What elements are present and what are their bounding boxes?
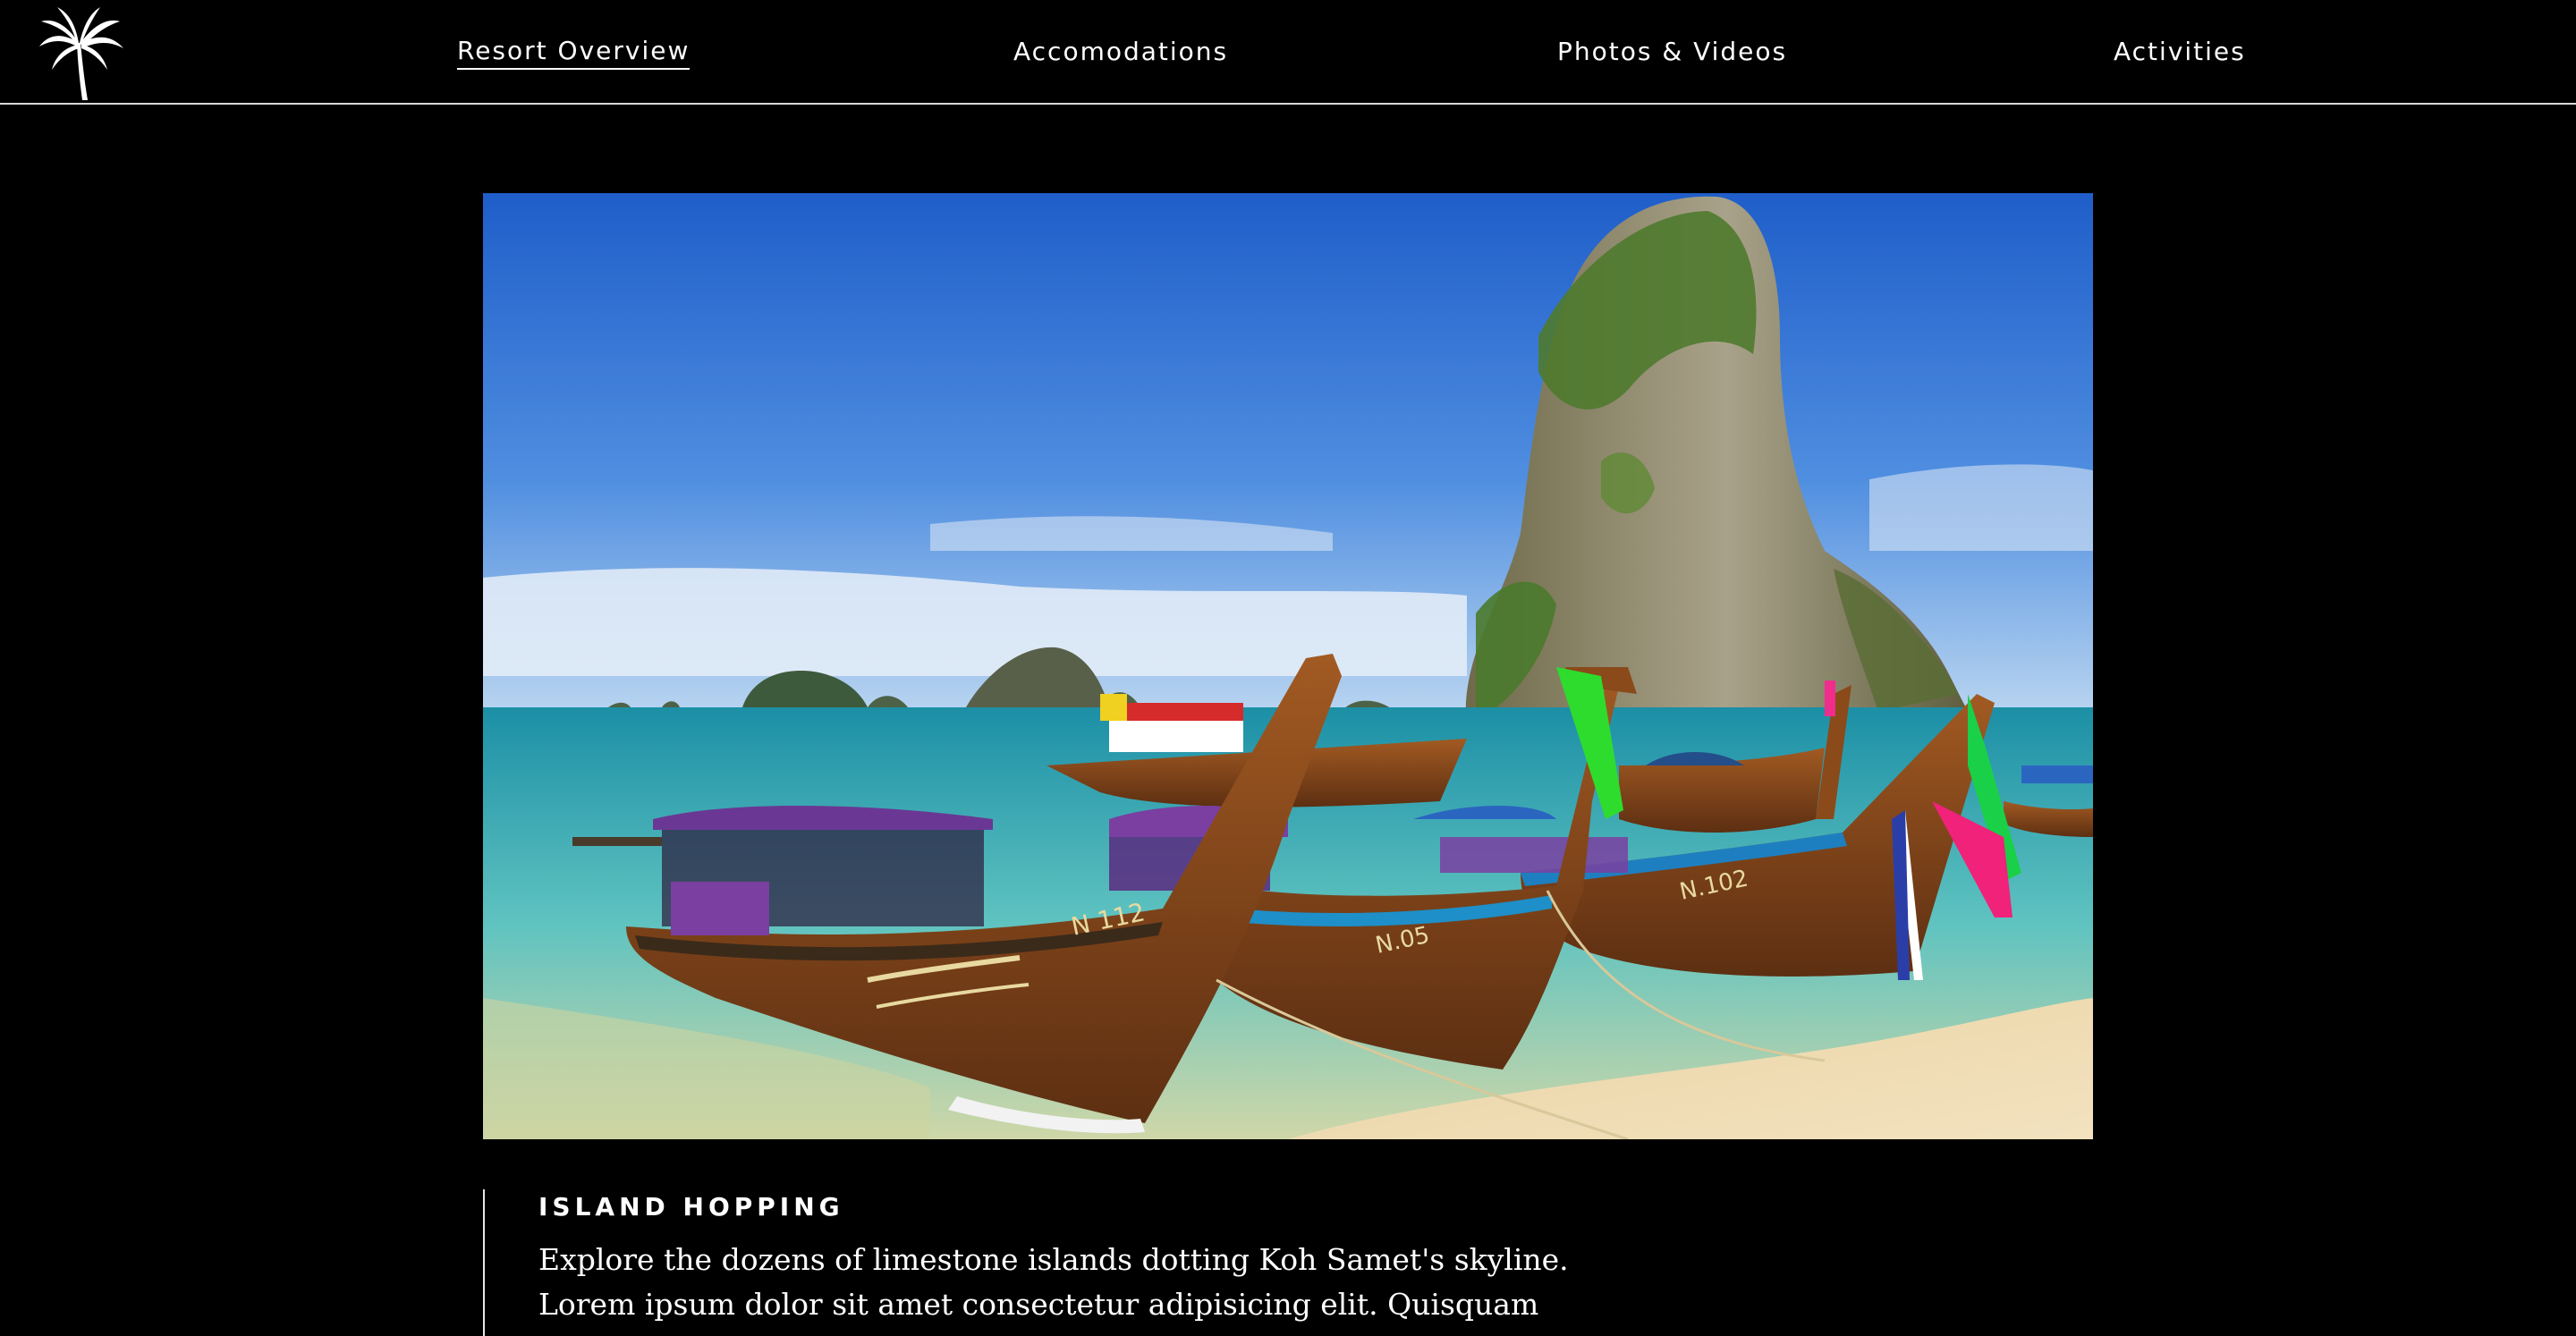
feature-description-line: Explore the dozens of limestone islands … (538, 1242, 1569, 1277)
top-navigation: Resort Overview Accomodations Photos & V… (0, 0, 2576, 105)
feature-title: ISLAND HOPPING (538, 1192, 844, 1222)
nav-resort-overview[interactable]: Resort Overview (457, 34, 691, 70)
nav-activities[interactable]: Activities (2114, 34, 2246, 70)
feature-section: ISLAND HOPPING Explore the dozens of lim… (483, 1189, 2093, 1336)
hero-image: N.102 N.05 N 112 (483, 193, 2093, 1139)
nav-photos-videos[interactable]: Photos & Videos (1557, 34, 1787, 70)
nav-accomodations[interactable]: Accomodations (1013, 34, 1228, 70)
palm-tree-icon[interactable] (36, 7, 125, 100)
feature-description-line: Lorem ipsum dolor sit amet consectetur a… (538, 1287, 1539, 1322)
